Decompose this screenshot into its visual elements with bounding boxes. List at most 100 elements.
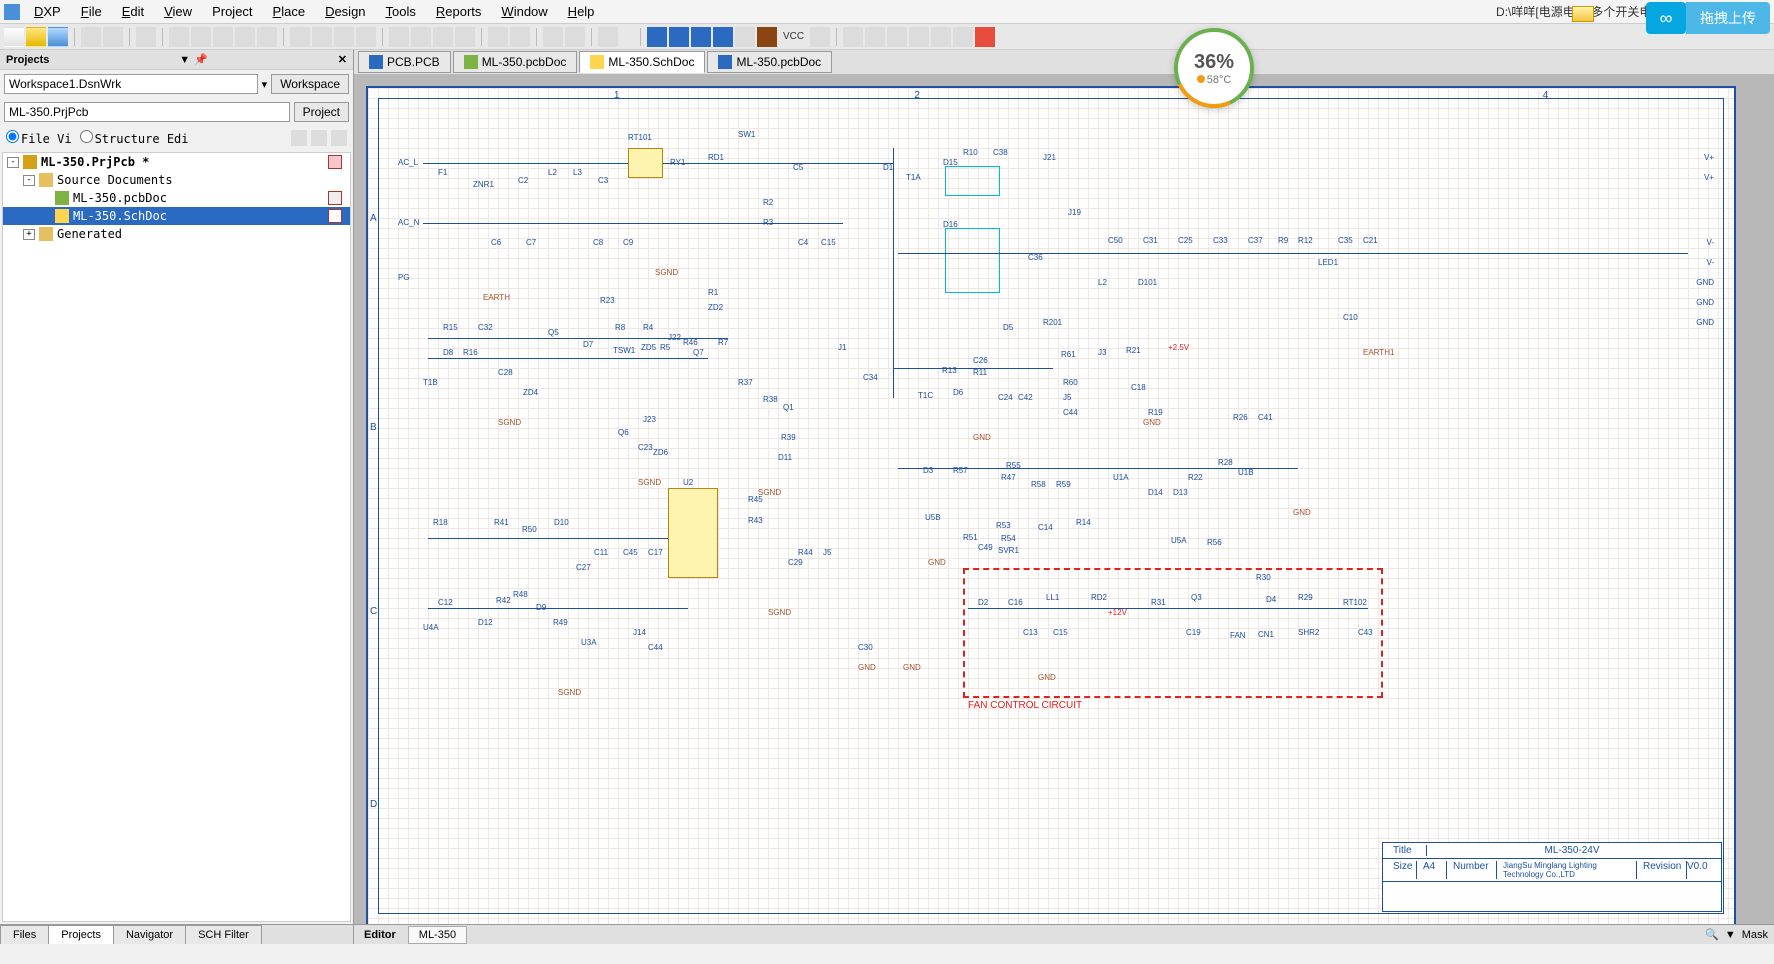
place-harness-button[interactable]: [931, 27, 951, 47]
place-sheet-button[interactable]: [865, 27, 885, 47]
library-button[interactable]: [136, 27, 156, 47]
doctab-pcb[interactable]: PCB.PCB: [358, 51, 451, 73]
menu-project[interactable]: Project: [202, 2, 262, 21]
close-icon[interactable]: ✕: [338, 53, 347, 66]
menu-help[interactable]: Help: [558, 2, 605, 21]
tree-pcbdoc[interactable]: ML-350.pcbDoc: [3, 189, 350, 207]
main-toolbar: VCC: [0, 24, 1774, 50]
select-button[interactable]: [389, 27, 409, 47]
tab-sch-filter[interactable]: SCH Filter: [185, 925, 262, 944]
print-button[interactable]: [81, 27, 101, 47]
mask-icon[interactable]: 🔍: [1705, 928, 1719, 941]
place-wire-button[interactable]: [647, 27, 667, 47]
mask-label: Mask: [1742, 929, 1768, 941]
editor-tab[interactable]: Editor: [354, 927, 406, 943]
browse-button[interactable]: [598, 27, 618, 47]
doctab-pcbdoc1[interactable]: ML-350.pcbDoc: [453, 51, 578, 73]
envelope-icon[interactable]: [1572, 6, 1594, 22]
filter-icon[interactable]: ▼: [1725, 929, 1736, 941]
port-ac-l: AC_L: [398, 158, 418, 167]
clear-button[interactable]: [455, 27, 475, 47]
rubber-stamp-button[interactable]: [356, 27, 376, 47]
tree-opt-icon-2[interactable]: [311, 130, 327, 146]
move-button[interactable]: [411, 27, 431, 47]
redo-button[interactable]: [510, 27, 530, 47]
zoom-fit-button[interactable]: [169, 27, 189, 47]
cut-button[interactable]: [290, 27, 310, 47]
view-structure-radio[interactable]: Structure Edi: [80, 130, 189, 146]
port-pg: PG: [398, 273, 410, 282]
part-button[interactable]: [235, 27, 255, 47]
preview-button[interactable]: [103, 27, 123, 47]
new-doc-button[interactable]: [4, 27, 24, 47]
open-button[interactable]: [26, 27, 46, 47]
relay-ry1: [628, 148, 663, 178]
left-bottom-tabs: Files Projects Navigator SCH Filter: [0, 924, 353, 944]
menu-view[interactable]: View: [154, 2, 202, 21]
place-bus-entry-button[interactable]: [691, 27, 711, 47]
zoom-area-button[interactable]: [191, 27, 211, 47]
paste-button[interactable]: [334, 27, 354, 47]
cpu-gauge-widget[interactable]: 36% 58°C: [1174, 28, 1254, 108]
place-noerr-button[interactable]: [975, 27, 995, 47]
tab-projects[interactable]: Projects: [48, 925, 114, 944]
vcc-label[interactable]: VCC: [779, 31, 808, 42]
copy-button[interactable]: [312, 27, 332, 47]
title-block: Title ML-350-24V Size A4 Number JiangSu …: [1382, 842, 1722, 912]
menu-window[interactable]: Window: [491, 2, 557, 21]
editor-bottom-tabs: Editor ML-350 🔍 ▼ Mask: [354, 924, 1774, 944]
tab-files[interactable]: Files: [0, 925, 49, 944]
cloud-upload-widget: ∞ 拖拽上传: [1646, 2, 1770, 34]
cross-probe-button[interactable]: [565, 27, 585, 47]
zoom-select-button[interactable]: [213, 27, 233, 47]
workspace-button[interactable]: Workspace: [271, 74, 349, 94]
menu-design[interactable]: Design: [315, 2, 375, 21]
schematic-canvas[interactable]: 1 2 3 4 A B C D AC_L AC_N PG F: [354, 74, 1774, 924]
place-port-button[interactable]: [810, 27, 830, 47]
cloud-icon[interactable]: ∞: [1646, 2, 1686, 34]
menu-place[interactable]: Place: [263, 2, 316, 21]
place-gnd-button[interactable]: [757, 27, 777, 47]
tree-schdoc[interactable]: ML-350.SchDoc: [3, 207, 350, 225]
tree-opt-icon-1[interactable]: [291, 130, 307, 146]
pin-icon[interactable]: 📌: [194, 53, 208, 66]
menu-bar: DXP File Edit View Project Place Design …: [0, 0, 1774, 24]
tree-opt-icon-3[interactable]: [331, 130, 347, 146]
place-bus-button[interactable]: [669, 27, 689, 47]
view-file-radio[interactable]: File Vi: [6, 130, 72, 146]
save-button[interactable]: [48, 27, 68, 47]
menu-dxp[interactable]: DXP: [24, 2, 71, 21]
deselect-button[interactable]: [433, 27, 453, 47]
hierarchy-button[interactable]: [543, 27, 563, 47]
doctab-schdoc[interactable]: ML-350.SchDoc: [579, 51, 705, 73]
wire-button[interactable]: [257, 27, 277, 47]
port-ac-n: AC_N: [398, 218, 419, 227]
tree-generated[interactable]: + Generated: [3, 225, 350, 243]
undo-button[interactable]: [488, 27, 508, 47]
editor-area: PCB.PCB ML-350.pcbDoc ML-350.SchDoc ML-3…: [354, 50, 1774, 944]
tree-root[interactable]: - ML-350.PrjPcb *: [3, 153, 350, 171]
tree-source-docs[interactable]: - Source Documents: [3, 171, 350, 189]
project-input[interactable]: [4, 102, 290, 122]
place-net-button[interactable]: [735, 27, 755, 47]
place-line-button[interactable]: [953, 27, 973, 47]
place-sheet-entry-button[interactable]: [887, 27, 907, 47]
app-logo-icon: [4, 4, 20, 20]
place-netlabel-button[interactable]: [713, 27, 733, 47]
menu-reports[interactable]: Reports: [426, 2, 492, 21]
project-button[interactable]: Project: [294, 102, 349, 122]
diode-d16-box: [945, 228, 1000, 293]
workspace-input[interactable]: [4, 74, 258, 94]
project-tree: - ML-350.PrjPcb * - Source Documents ML-…: [2, 152, 351, 922]
projects-panel: Projects ▼ 📌 ✕ ▾ Workspace Project File …: [0, 50, 354, 944]
menu-tools[interactable]: Tools: [376, 2, 426, 21]
menu-edit[interactable]: Edit: [112, 2, 154, 21]
menu-file[interactable]: File: [71, 2, 112, 21]
cloud-upload-button[interactable]: 拖拽上传: [1686, 2, 1770, 34]
doc-tab-bottom[interactable]: ML-350: [408, 926, 467, 944]
place-part-button[interactable]: [843, 27, 863, 47]
tab-navigator[interactable]: Navigator: [113, 925, 186, 944]
diode-d15-box: [945, 166, 1000, 196]
doctab-pcbdoc2[interactable]: ML-350.pcbDoc: [707, 51, 832, 73]
place-device-button[interactable]: [909, 27, 929, 47]
